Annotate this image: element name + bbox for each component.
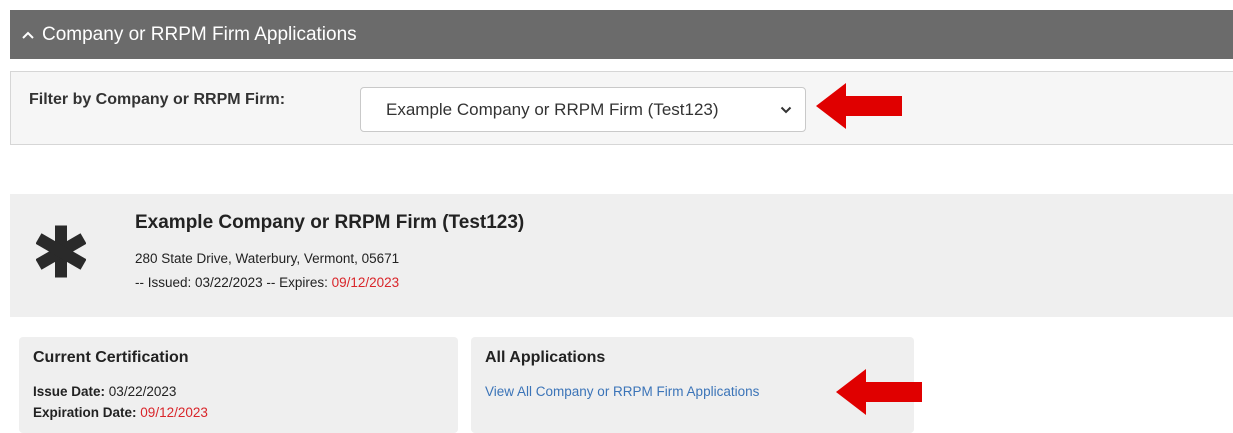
asterisk-icon (36, 225, 86, 278)
company-name: Example Company or RRPM Firm (Test123) (135, 212, 525, 233)
view-all-applications-link[interactable]: View All Company or RRPM Firm Applicatio… (485, 384, 759, 399)
current-certification-card: Current Certification Issue Date: 03/22/… (19, 337, 458, 433)
section-title: Company or RRPM Firm Applications (42, 23, 357, 45)
expires-date: 09/12/2023 (331, 275, 400, 290)
red-arrow-icon (836, 369, 922, 415)
issue-date-line: Issue Date: 03/22/2023 (33, 384, 176, 399)
all-applications-title: All Applications (485, 349, 606, 366)
issue-date-value: 03/22/2023 (108, 384, 177, 399)
red-arrow-icon (816, 83, 902, 129)
company-filter-select[interactable]: Example Company or RRPM Firm (Test123) (360, 87, 806, 132)
company-summary-card: Example Company or RRPM Firm (Test123) 2… (10, 194, 1233, 317)
filter-label: Filter by Company or RRPM Firm: (29, 91, 286, 108)
page: Company or RRPM Firm Applications Filter… (0, 0, 1233, 433)
expiration-date-label: Expiration Date: (33, 405, 137, 420)
section-header-toggle[interactable]: Company or RRPM Firm Applications (10, 10, 1233, 59)
company-address: 280 State Drive, Waterbury, Vermont, 056… (135, 251, 400, 266)
chevron-up-icon (20, 27, 36, 43)
issued-date: 03/22/2023 (195, 275, 263, 290)
expires-prefix: -- Expires: (262, 275, 332, 290)
filter-panel: Filter by Company or RRPM Firm: Example … (10, 71, 1233, 145)
chevron-down-icon (779, 103, 793, 117)
expiration-date-value: 09/12/2023 (140, 405, 208, 420)
expiration-date-line: Expiration Date: 09/12/2023 (33, 405, 208, 420)
issue-date-label: Issue Date: (33, 384, 106, 399)
issued-prefix: -- Issued: (135, 275, 196, 290)
company-filter-selected-value: Example Company or RRPM Firm (Test123) (386, 99, 719, 119)
current-certification-title: Current Certification (33, 349, 189, 366)
company-dates: -- Issued: 03/22/2023 -- Expires: 09/12/… (135, 275, 399, 290)
